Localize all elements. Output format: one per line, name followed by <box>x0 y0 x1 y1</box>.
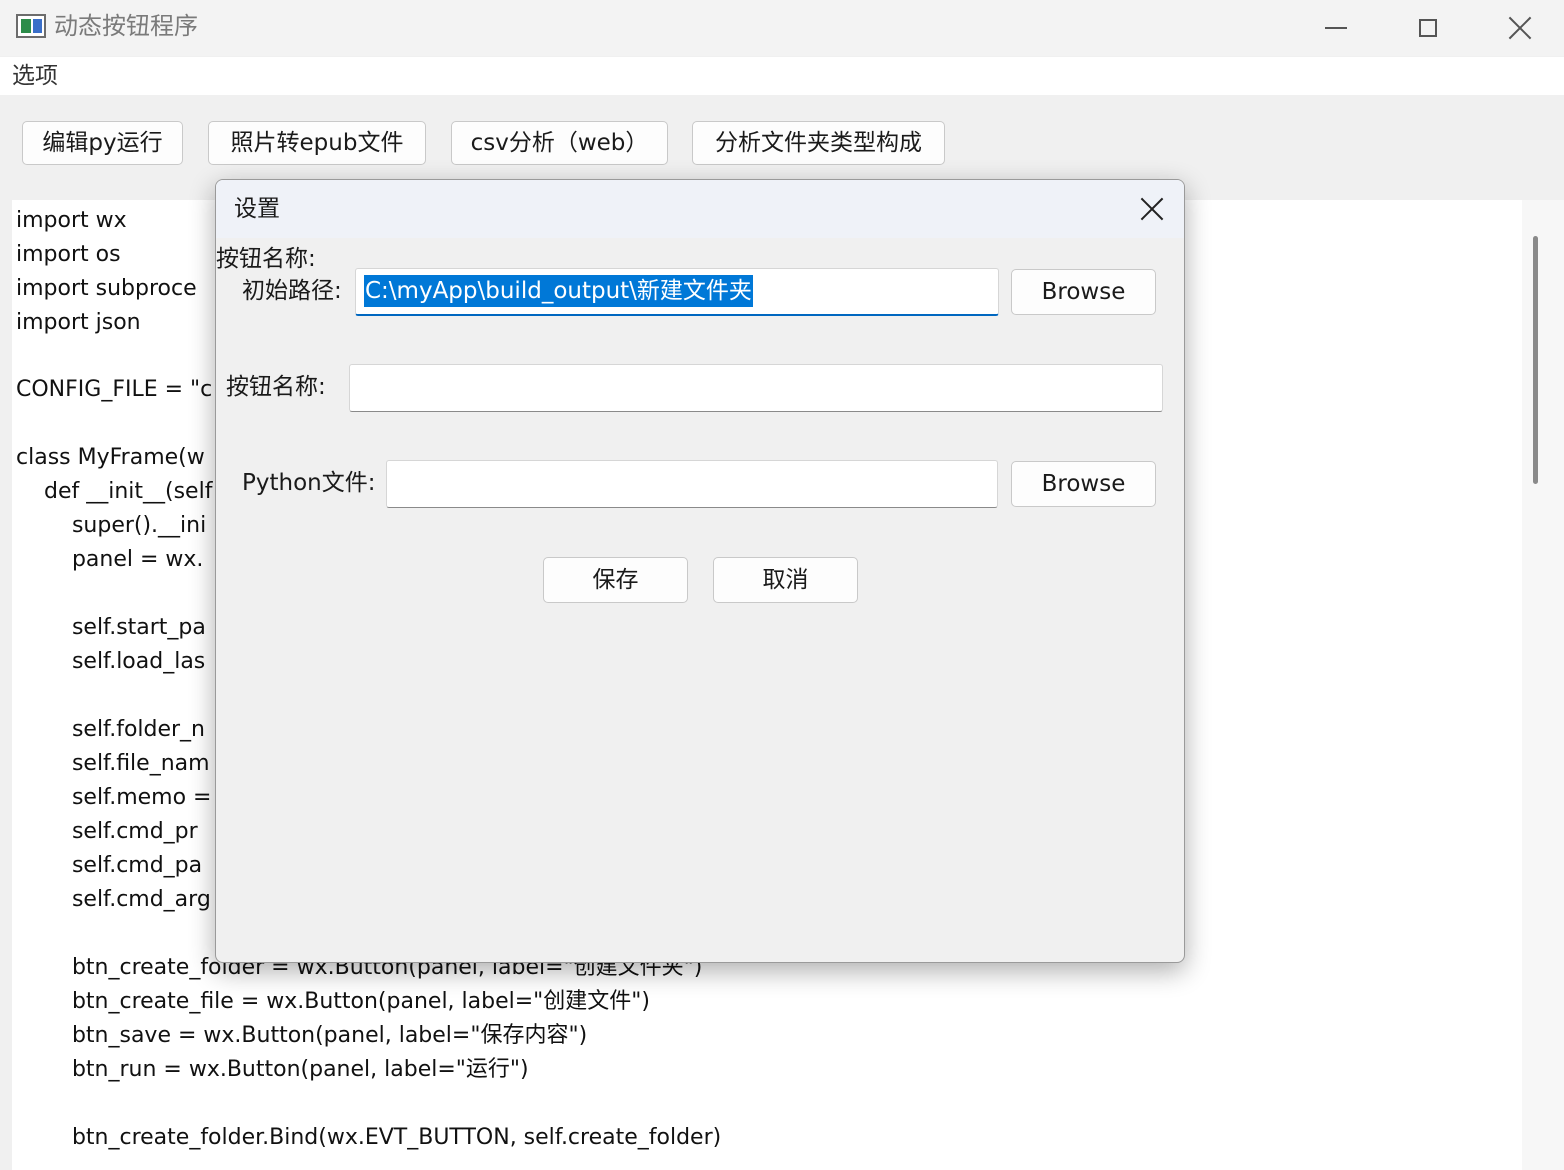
code-line: import os <box>16 242 121 267</box>
code-line: super().__ini <box>16 513 207 538</box>
app-window-icon <box>16 14 46 38</box>
dialog-close-button[interactable] <box>1134 190 1170 228</box>
button-name-heading: 按钮名称: <box>216 246 316 272</box>
scrollbar-thumb[interactable] <box>1533 236 1538 484</box>
initial-path-label: 初始路径: <box>242 278 342 304</box>
code-line: self.file_nam <box>16 751 210 776</box>
menu-bar: 选项 <box>0 57 1564 95</box>
minimize-icon <box>1325 27 1347 29</box>
title-bar: 动态按钮程序 <box>0 0 1564 56</box>
code-line: class MyFrame(w <box>16 445 205 470</box>
csv-analysis-web-button[interactable]: csv分析（web） <box>451 121 668 165</box>
close-icon <box>1508 16 1532 40</box>
save-button[interactable]: 保存 <box>543 557 688 603</box>
app-icon-pane-left <box>21 19 31 33</box>
code-line: self.start_pa <box>16 615 206 640</box>
code-line: def __init__(self <box>16 479 213 504</box>
photo-to-epub-button[interactable]: 照片转epub文件 <box>208 121 426 165</box>
code-line: self.folder_n <box>16 717 205 742</box>
button-name-input[interactable] <box>349 364 1163 412</box>
code-line: import json <box>16 310 141 335</box>
edit-py-run-button[interactable]: 编辑py运行 <box>22 121 183 165</box>
button-name-label: 按钮名称: <box>226 374 326 400</box>
cancel-button[interactable]: 取消 <box>713 557 858 603</box>
maximize-button[interactable] <box>1382 0 1474 56</box>
dialog-title: 设置 <box>234 196 280 222</box>
code-line: btn_create_file = wx.Button(panel, label… <box>16 989 651 1014</box>
python-file-input[interactable] <box>386 460 998 508</box>
code-line: btn_create_folder.Bind(wx.EVT_BUTTON, se… <box>16 1125 722 1150</box>
editor-scrollbar[interactable] <box>1522 200 1564 1170</box>
close-window-button[interactable] <box>1474 0 1564 56</box>
code-line: btn_run = wx.Button(panel, label="运行") <box>16 1057 529 1082</box>
initial-path-value: C:\myApp\build_output\新建文件夹 <box>364 275 753 307</box>
code-line: panel = wx. <box>16 547 204 572</box>
close-icon <box>1140 197 1164 221</box>
code-line: self.cmd_pa <box>16 853 203 878</box>
code-line: self.load_las <box>16 649 206 674</box>
window-title: 动态按钮程序 <box>54 12 198 40</box>
menu-options[interactable]: 选项 <box>12 59 58 93</box>
settings-dialog: 设置 按钮名称: 初始路径: C:\myApp\build_output\新建文… <box>215 179 1185 963</box>
minimize-button[interactable] <box>1290 0 1382 56</box>
python-file-label: Python文件: <box>242 470 376 496</box>
initial-path-input[interactable]: C:\myApp\build_output\新建文件夹 <box>355 268 999 316</box>
code-line: CONFIG_FILE = "c <box>16 377 213 402</box>
browse-python-button[interactable]: Browse <box>1011 461 1156 507</box>
analyze-folder-types-button[interactable]: 分析文件夹类型构成 <box>692 121 945 165</box>
code-line: self.cmd_arg <box>16 887 211 912</box>
code-line: self.cmd_pr <box>16 819 198 844</box>
code-line: btn_save = wx.Button(panel, label="保存内容"… <box>16 1023 588 1048</box>
app-icon-pane-right <box>33 19 42 33</box>
code-line: self.memo = <box>16 785 212 810</box>
dialog-title-bar: 设置 <box>216 180 1184 238</box>
code-line: import wx <box>16 208 127 233</box>
browse-path-button[interactable]: Browse <box>1011 269 1156 315</box>
maximize-icon <box>1419 19 1437 37</box>
code-line: import subproce <box>16 276 197 301</box>
